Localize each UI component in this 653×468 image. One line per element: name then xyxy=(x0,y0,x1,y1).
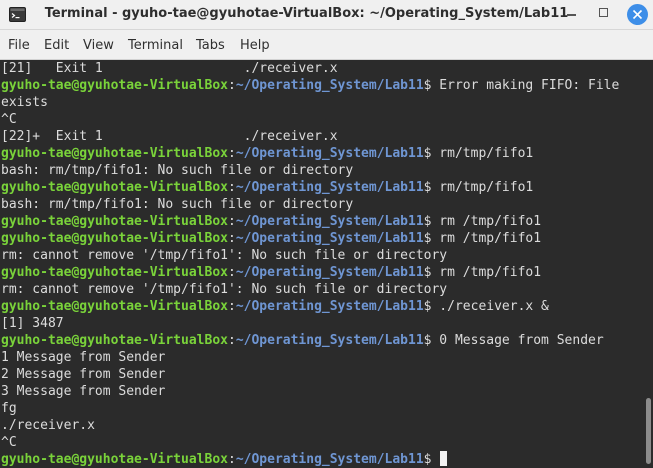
menu-tabs[interactable]: Tabs xyxy=(196,38,225,53)
output-line: ./receiver.x xyxy=(1,418,95,433)
prompt-user-host: gyuho-tae@gyuhotae-VirtualBox xyxy=(1,452,228,467)
menu-edit[interactable]: Edit xyxy=(44,38,69,53)
prompt-line: gyuho-tae@gyuhotae-VirtualBox:~/Operatin… xyxy=(1,230,541,247)
command-text: rm/tmp/fifo1 xyxy=(431,146,534,161)
prompt-path: ~/Operating_System/Lab11 xyxy=(235,231,424,246)
prompt-colon: : xyxy=(227,299,236,314)
prompt-line: gyuho-tae@gyuhotae-VirtualBox:~/Operatin… xyxy=(1,298,549,315)
prompt-line: gyuho-tae@gyuhotae-VirtualBox:~/Operatin… xyxy=(1,451,448,468)
prompt-user-host: gyuho-tae@gyuhotae-VirtualBox xyxy=(1,333,228,348)
menu-bar: File Edit View Terminal Tabs Help xyxy=(0,30,653,60)
prompt-colon: : xyxy=(227,333,236,348)
prompt-line: gyuho-tae@gyuhotae-VirtualBox:~/Operatin… xyxy=(1,332,604,349)
output-line: 3 Message from Sender xyxy=(1,384,166,399)
prompt-user-host: gyuho-tae@gyuhotae-VirtualBox xyxy=(1,146,228,161)
command-text: rm /tmp/fifo1 xyxy=(431,265,542,280)
vertical-scrollbar[interactable] xyxy=(643,60,653,468)
command-text: rm/tmp/fifo1 xyxy=(431,180,534,195)
output-line: fg xyxy=(1,401,17,416)
scrollbar-thumb[interactable] xyxy=(646,398,651,464)
prompt-user-host: gyuho-tae@gyuhotae-VirtualBox xyxy=(1,214,228,229)
command-text xyxy=(431,452,439,467)
command-text: Error making FIFO: File xyxy=(431,78,620,93)
output-line: bash: rm/tmp/fifo1: No such file or dire… xyxy=(1,197,354,212)
window-title: Terminal - gyuho-tae@gyuhotae-VirtualBox… xyxy=(44,6,569,21)
prompt-colon: : xyxy=(227,180,236,195)
title-bar[interactable]: Terminal - gyuho-tae@gyuhotae-VirtualBox… xyxy=(0,0,653,30)
prompt-user-host: gyuho-tae@gyuhotae-VirtualBox xyxy=(1,231,228,246)
maximize-button[interactable] xyxy=(590,0,618,30)
menu-help[interactable]: Help xyxy=(240,38,270,53)
output-line: ^C xyxy=(1,112,17,127)
menu-terminal[interactable]: Terminal xyxy=(128,38,183,53)
text-cursor xyxy=(440,451,448,466)
command-text: ./receiver.x & xyxy=(431,299,549,314)
prompt-line: gyuho-tae@gyuhotae-VirtualBox:~/Operatin… xyxy=(1,179,533,196)
prompt-path: ~/Operating_System/Lab11 xyxy=(235,180,424,195)
command-text: rm /tmp/fifo1 xyxy=(431,231,542,246)
output-line: [22]+ Exit 1 ./receiver.x xyxy=(1,129,338,144)
prompt-path: ~/Operating_System/Lab11 xyxy=(235,265,424,280)
prompt-line: gyuho-tae@gyuhotae-VirtualBox:~/Operatin… xyxy=(1,264,541,281)
prompt-colon: : xyxy=(227,265,236,280)
output-line: rm: cannot remove '/tmp/fifo1': No such … xyxy=(1,248,448,263)
prompt-colon: : xyxy=(227,214,236,229)
menu-view[interactable]: View xyxy=(83,38,114,53)
maximize-icon xyxy=(599,8,608,17)
prompt-user-host: gyuho-tae@gyuhotae-VirtualBox xyxy=(1,180,228,195)
output-line: [21] Exit 1 ./receiver.x xyxy=(1,61,338,76)
prompt-colon: : xyxy=(227,452,236,467)
command-text: 0 Message from Sender xyxy=(431,333,604,348)
prompt-colon: : xyxy=(227,78,236,93)
terminal-window: Terminal - gyuho-tae@gyuhotae-VirtualBox… xyxy=(0,0,653,468)
output-line: bash: rm/tmp/fifo1: No such file or dire… xyxy=(1,163,354,178)
command-text: rm /tmp/fifo1 xyxy=(431,214,542,229)
menu-file[interactable]: File xyxy=(8,38,30,53)
prompt-line: gyuho-tae@gyuhotae-VirtualBox:~/Operatin… xyxy=(1,145,533,162)
prompt-path: ~/Operating_System/Lab11 xyxy=(235,452,424,467)
minimize-icon xyxy=(567,14,576,16)
output-line: rm: cannot remove '/tmp/fifo1': No such … xyxy=(1,282,448,297)
close-button[interactable] xyxy=(623,0,651,30)
prompt-colon: : xyxy=(227,146,236,161)
prompt-path: ~/Operating_System/Lab11 xyxy=(235,78,424,93)
minimize-button[interactable] xyxy=(558,0,586,30)
output-line: 1 Message from Sender xyxy=(1,350,166,365)
prompt-user-host: gyuho-tae@gyuhotae-VirtualBox xyxy=(1,299,228,314)
output-line: [1] 3487 xyxy=(1,316,64,331)
output-line: exists xyxy=(1,95,48,110)
prompt-path: ~/Operating_System/Lab11 xyxy=(235,333,424,348)
terminal-output[interactable]: [21] Exit 1 ./receiver.x gyuho-tae@gyuhot… xyxy=(0,60,643,468)
prompt-path: ~/Operating_System/Lab11 xyxy=(235,299,424,314)
prompt-user-host: gyuho-tae@gyuhotae-VirtualBox xyxy=(1,265,228,280)
prompt-line: gyuho-tae@gyuhotae-VirtualBox:~/Operatin… xyxy=(1,213,541,230)
close-icon xyxy=(632,9,643,20)
prompt-path: ~/Operating_System/Lab11 xyxy=(235,214,424,229)
prompt-colon: : xyxy=(227,231,236,246)
prompt-path: ~/Operating_System/Lab11 xyxy=(235,146,424,161)
output-line: ^C xyxy=(1,435,17,450)
prompt-line: gyuho-tae@gyuhotae-VirtualBox:~/Operatin… xyxy=(1,77,619,94)
output-line: 2 Message from Sender xyxy=(1,367,166,382)
prompt-user-host: gyuho-tae@gyuhotae-VirtualBox xyxy=(1,78,228,93)
